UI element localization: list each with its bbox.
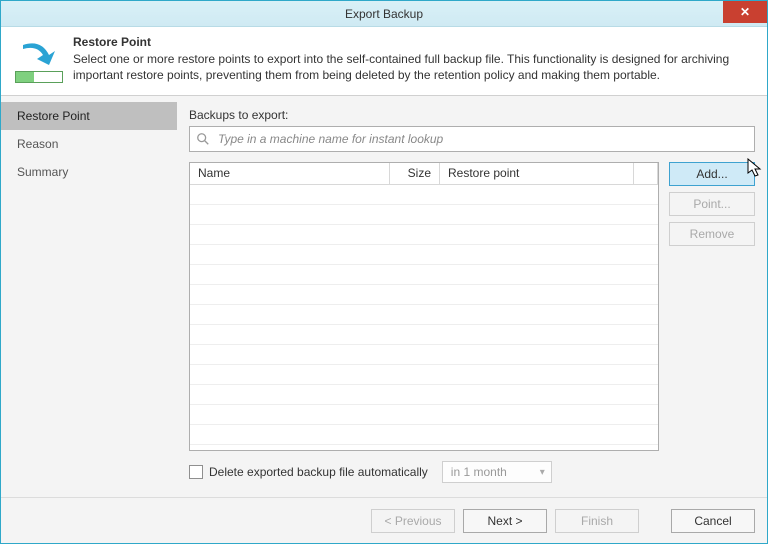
- sidebar-item-label: Restore Point: [17, 109, 90, 123]
- progress-bar-icon: [15, 71, 63, 83]
- chevron-down-icon: ▾: [540, 467, 545, 478]
- table-body: [190, 185, 658, 450]
- table-side-buttons: Add... Point... Remove: [669, 162, 755, 451]
- wizard-footer: < Previous Next > Finish Cancel: [1, 497, 767, 543]
- table-row: [190, 285, 658, 305]
- backups-label: Backups to export:: [189, 108, 755, 122]
- next-button-label: Next >: [487, 514, 522, 528]
- col-name[interactable]: Name: [190, 163, 390, 184]
- cancel-button-label: Cancel: [694, 514, 731, 528]
- col-spacer: [634, 163, 658, 184]
- sidebar-item-label: Reason: [17, 137, 58, 151]
- previous-button: < Previous: [371, 509, 455, 533]
- header-title: Restore Point: [73, 35, 751, 49]
- table-row: [190, 185, 658, 205]
- next-button[interactable]: Next >: [463, 509, 547, 533]
- point-button-label: Point...: [693, 197, 730, 211]
- table-row: [190, 425, 658, 445]
- search-input[interactable]: [216, 131, 748, 147]
- delete-period-value: in 1 month: [451, 465, 507, 479]
- wizard-header: Restore Point Select one or more restore…: [1, 27, 767, 96]
- finish-button-label: Finish: [581, 514, 613, 528]
- remove-button: Remove: [669, 222, 755, 246]
- table-row: [190, 245, 658, 265]
- sidebar-item-label: Summary: [17, 165, 68, 179]
- search-field-wrap[interactable]: [189, 126, 755, 152]
- add-button[interactable]: Add...: [669, 162, 755, 186]
- point-button: Point...: [669, 192, 755, 216]
- sidebar-item-summary[interactable]: Summary: [1, 158, 177, 186]
- table-row: [190, 325, 658, 345]
- header-description: Select one or more restore points to exp…: [73, 51, 751, 83]
- main-panel: Backups to export: Name Size Restore poi…: [177, 96, 767, 497]
- window-title: Export Backup: [345, 7, 423, 21]
- delete-checkbox-label: Delete exported backup file automaticall…: [209, 465, 428, 479]
- table-row: [190, 305, 658, 325]
- close-icon: ✕: [740, 5, 750, 19]
- col-size[interactable]: Size: [390, 163, 440, 184]
- table-header: Name Size Restore point: [190, 163, 658, 185]
- close-button[interactable]: ✕: [723, 1, 767, 23]
- restore-arrow-icon: [15, 41, 63, 67]
- finish-button: Finish: [555, 509, 639, 533]
- table-row: [190, 385, 658, 405]
- wizard-steps: Restore Point Reason Summary: [1, 96, 177, 497]
- delete-checkbox[interactable]: [189, 465, 203, 479]
- wizard-body: Restore Point Reason Summary Backups to …: [1, 96, 767, 497]
- backups-table: Name Size Restore point: [189, 162, 659, 451]
- table-row: [190, 265, 658, 285]
- table-row: [190, 405, 658, 425]
- sidebar-item-restore-point[interactable]: Restore Point: [1, 102, 177, 130]
- delete-period-select[interactable]: in 1 month ▾: [442, 461, 552, 483]
- header-icon: [15, 35, 63, 83]
- col-restore-point[interactable]: Restore point: [440, 163, 634, 184]
- previous-button-label: < Previous: [384, 514, 441, 528]
- table-row: [190, 365, 658, 385]
- search-icon: [196, 132, 210, 146]
- add-button-label: Add...: [696, 167, 727, 181]
- cancel-button[interactable]: Cancel: [671, 509, 755, 533]
- titlebar: Export Backup ✕: [1, 1, 767, 27]
- delete-options-row: Delete exported backup file automaticall…: [189, 451, 755, 497]
- table-row: [190, 225, 658, 245]
- table-row: [190, 205, 658, 225]
- remove-button-label: Remove: [690, 227, 735, 241]
- table-row: [190, 345, 658, 365]
- sidebar-item-reason[interactable]: Reason: [1, 130, 177, 158]
